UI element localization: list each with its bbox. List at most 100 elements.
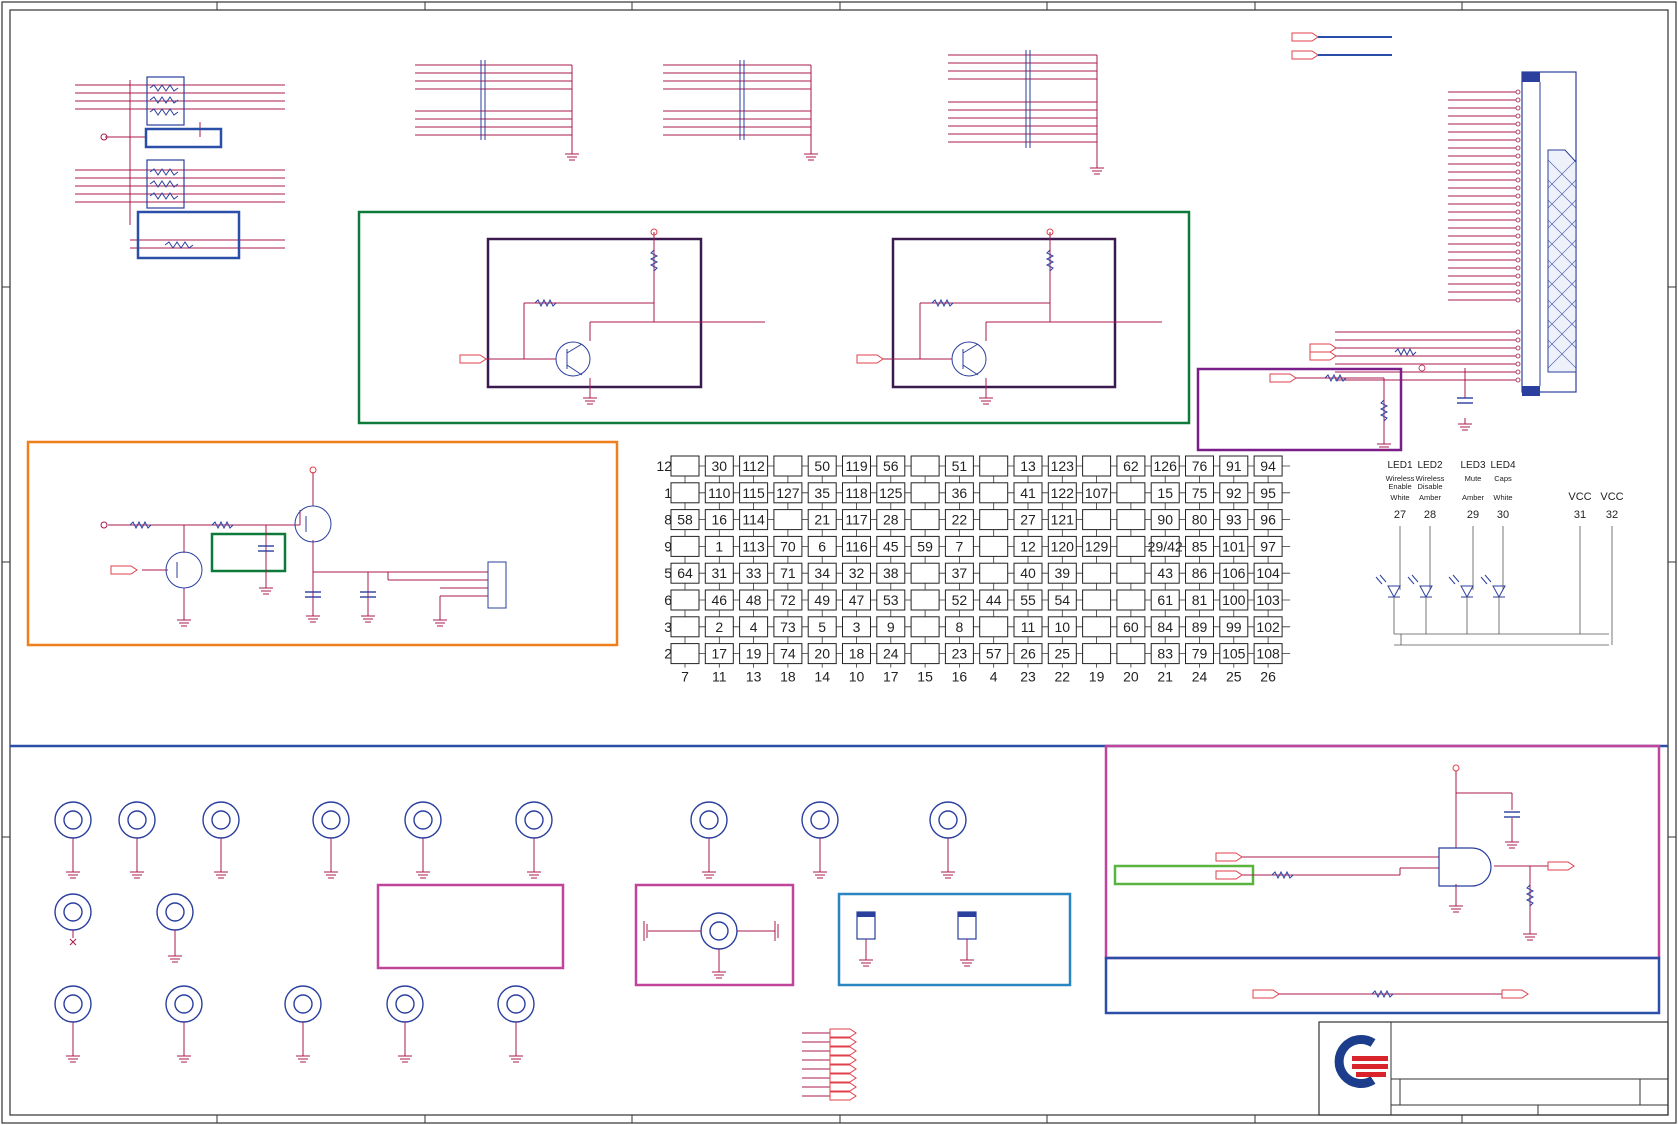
matrix-cell-label: 60 <box>1123 619 1139 635</box>
matrix-cell-label: 48 <box>746 592 762 608</box>
vcc-label: VCC <box>1600 491 1623 503</box>
matrix-cell <box>1116 509 1146 531</box>
matrix-cell <box>1082 562 1112 584</box>
led-pin: 30 <box>1497 509 1509 521</box>
screw-hole-box <box>634 883 795 987</box>
matrix-cell-label: 81 <box>1192 592 1208 608</box>
matrix-cell <box>979 562 1009 584</box>
matrix-cell <box>910 482 940 504</box>
vcc-pin: 31 <box>1574 509 1586 521</box>
mounting-hole <box>690 801 728 879</box>
matrix-cell-label: 20 <box>814 646 830 662</box>
matrix-cell-label: 113 <box>742 538 765 554</box>
led-name: LED4 <box>1490 460 1515 471</box>
matrix-cell <box>773 509 803 531</box>
led-pin: 28 <box>1424 509 1436 521</box>
matrix-cell <box>910 562 940 584</box>
matrix-cell-label: 125 <box>879 485 903 501</box>
matrix-column-label: 7 <box>681 669 689 685</box>
matrix-cell-label: 4 <box>750 619 758 635</box>
matrix-column-label: 10 <box>849 669 865 685</box>
matrix-cell <box>670 643 700 665</box>
matrix-cell <box>670 589 700 611</box>
matrix-cell-label: 12 <box>1020 538 1036 554</box>
matrix-cell-label: 3 <box>853 619 861 635</box>
matrix-cell <box>1082 616 1112 638</box>
mounting-hole <box>312 801 350 879</box>
matrix-column-label: 16 <box>952 669 968 685</box>
matrix-cell-label: 84 <box>1157 619 1173 635</box>
matrix-cell-label: 106 <box>1222 565 1246 581</box>
mounting-hole <box>156 893 194 963</box>
mounting-hole <box>54 985 92 1063</box>
matrix-cell-label: 127 <box>776 485 800 501</box>
matrix-cell-label: 85 <box>1192 538 1208 554</box>
matrix-cell-label: 94 <box>1260 458 1276 474</box>
matrix-cell-label: 17 <box>712 646 728 662</box>
matrix-column-label: 21 <box>1157 669 1173 685</box>
matrix-cell-label: 114 <box>742 512 765 528</box>
matrix-row-label: 12 <box>656 458 672 474</box>
vcc-label: VCC <box>1568 491 1591 503</box>
matrix-cell-label: 23 <box>952 646 968 662</box>
matrix-cell-label: 95 <box>1260 485 1276 501</box>
power-switch-box <box>26 440 619 647</box>
matrix-cell-label: 71 <box>780 565 796 581</box>
offpage-connectors-top <box>1291 32 1392 60</box>
magenta-empty-box <box>376 883 565 970</box>
vcc-pin: 32 <box>1606 509 1618 521</box>
matrix-cell-label: 80 <box>1192 512 1208 528</box>
led-color: White <box>1493 493 1512 502</box>
matrix-column-label: 17 <box>883 669 899 685</box>
matrix-cell-label: 35 <box>814 485 830 501</box>
mounting-hole <box>118 801 156 879</box>
matrix-cell-label: 70 <box>780 538 796 554</box>
resistor-network-group <box>75 76 285 260</box>
mounting-holes <box>54 801 967 1063</box>
matrix-cell-label: 97 <box>1260 538 1276 554</box>
matrix-cell-label: 96 <box>1260 512 1276 528</box>
matrix-cell-label: 73 <box>780 619 796 635</box>
matrix-cell-label: 8 <box>956 619 964 635</box>
matrix-cell-label: 29/42 <box>1148 538 1183 554</box>
matrix-cell-label: 59 <box>917 538 933 554</box>
matrix-cell-label: 86 <box>1192 565 1208 581</box>
matrix-cell-label: 105 <box>1222 646 1246 662</box>
capacitor-bank-1 <box>415 60 580 161</box>
matrix-cell-label: 38 <box>883 565 899 581</box>
matrix-cell-label: 120 <box>1051 538 1075 554</box>
led-desc1: Caps <box>1494 474 1512 483</box>
matrix-cell-label: 53 <box>883 592 899 608</box>
matrix-cell-label: 100 <box>1222 592 1246 608</box>
matrix-cell <box>979 455 1009 477</box>
matrix-cell-label: 1 <box>715 538 723 554</box>
led-color: Amber <box>1462 493 1485 502</box>
matrix-cell-label: 83 <box>1157 646 1173 662</box>
matrix-cell-label: 50 <box>814 458 830 474</box>
led-color: White <box>1390 493 1409 502</box>
matrix-cell <box>670 482 700 504</box>
matrix-cell <box>910 509 940 531</box>
matrix-column-label: 11 <box>712 669 727 685</box>
matrix-cell-label: 104 <box>1256 565 1280 581</box>
matrix-cell-label: 110 <box>708 485 731 501</box>
matrix-cell-label: 33 <box>746 565 762 581</box>
blue-signal-box <box>1104 956 1661 1015</box>
matrix-cell-label: 25 <box>1055 646 1071 662</box>
matrix-cell-label: 44 <box>986 592 1002 608</box>
matrix-column-label: 19 <box>1089 669 1105 685</box>
purple-circuit-box <box>1196 367 1403 452</box>
matrix-cell-label: 46 <box>712 592 728 608</box>
matrix-cell-label: 108 <box>1256 646 1280 662</box>
matrix-cell <box>1082 509 1112 531</box>
matrix-cell-label: 6 <box>818 538 826 554</box>
matrix-cell <box>1082 643 1112 665</box>
matrix-cell-label: 112 <box>742 458 765 474</box>
matrix-cell-label: 116 <box>845 538 868 554</box>
matrix-cell-label: 99 <box>1226 619 1242 635</box>
matrix-cell-label: 24 <box>883 646 899 662</box>
matrix-cell-label: 37 <box>952 565 968 581</box>
matrix-cell-label: 107 <box>1085 485 1109 501</box>
matrix-cell-label: 75 <box>1192 485 1208 501</box>
matrix-cell-label: 13 <box>1020 458 1036 474</box>
